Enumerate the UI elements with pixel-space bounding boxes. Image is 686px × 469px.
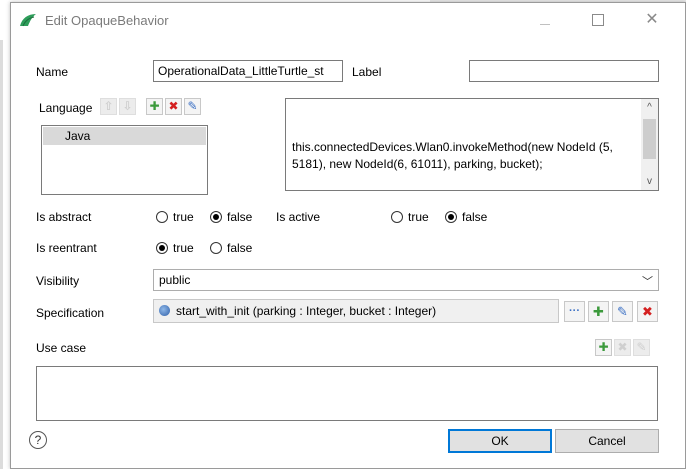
title-bar: Edit OpaqueBehavior ✕ xyxy=(11,3,685,37)
is-reentrant-label: Is reentrant xyxy=(36,241,97,255)
ellipsis-icon: ··· xyxy=(569,305,580,317)
specification-label: Specification xyxy=(36,306,105,320)
label-input[interactable] xyxy=(469,60,659,82)
cancel-button[interactable]: Cancel xyxy=(555,429,659,453)
close-button[interactable]: ✕ xyxy=(643,11,661,29)
is-reentrant-true-radio[interactable] xyxy=(156,242,168,254)
is-active-false-label: false xyxy=(462,210,488,224)
maximize-button[interactable] xyxy=(589,11,607,29)
visibility-value: public xyxy=(159,273,191,287)
is-active-true-label: true xyxy=(408,210,429,224)
edit-specification-button[interactable]: ✎ xyxy=(612,301,633,322)
is-abstract-label: Is abstract xyxy=(36,210,92,224)
arrow-up-icon: ⇧ xyxy=(103,99,114,113)
cross-icon: ✖ xyxy=(617,340,628,354)
is-active-false-radio[interactable] xyxy=(445,211,457,223)
is-reentrant-false-radio[interactable] xyxy=(210,242,222,254)
is-active-label: Is active xyxy=(276,210,321,224)
name-label: Name xyxy=(36,65,69,79)
body-code-textarea[interactable]: this.connectedDevices.Wlan0.invokeMethod… xyxy=(285,98,659,191)
background-left-edge xyxy=(0,40,3,469)
plus-icon: ✚ xyxy=(593,304,604,319)
list-item[interactable]: Java xyxy=(43,127,206,145)
edit-opaque-behavior-dialog: Edit OpaqueBehavior ✕ Name OperationalDa… xyxy=(10,2,686,469)
label-label: Label xyxy=(352,65,382,79)
language-label: Language xyxy=(39,101,93,115)
name-input[interactable]: OperationalData_LittleTurtle_st xyxy=(153,60,343,82)
specification-value: start_with_init (parking : Integer, buck… xyxy=(176,304,437,318)
plus-icon: ✚ xyxy=(598,340,609,354)
plus-icon: ✚ xyxy=(149,99,160,113)
browse-specification-button[interactable]: ··· xyxy=(564,301,585,322)
visibility-label: Visibility xyxy=(36,274,80,288)
use-case-list[interactable] xyxy=(36,366,658,421)
move-down-language-button: ⇩ xyxy=(119,98,136,115)
is-active-true-radio[interactable] xyxy=(391,211,403,223)
scroll-down-icon[interactable]: v xyxy=(641,173,658,190)
window-title: Edit OpaqueBehavior xyxy=(45,13,169,28)
pencil-icon: ✎ xyxy=(187,99,198,113)
add-specification-button[interactable]: ✚ xyxy=(588,301,609,322)
delete-specification-button[interactable]: ✖ xyxy=(637,301,658,322)
operation-icon xyxy=(159,305,170,316)
chevron-down-icon: ﹀ xyxy=(642,276,653,288)
is-abstract-true-label: true xyxy=(173,210,194,224)
scroll-up-icon[interactable]: ^ xyxy=(641,99,658,116)
minimize-icon xyxy=(540,24,550,25)
delete-use-case-button: ✖ xyxy=(614,339,631,356)
language-list[interactable]: Java xyxy=(41,125,208,195)
is-reentrant-false-label: false xyxy=(227,241,253,255)
add-language-button[interactable]: ✚ xyxy=(146,98,163,115)
code-text: this.connectedDevices.Wlan0.invokeMethod… xyxy=(292,140,613,171)
edit-use-case-button: ✎ xyxy=(633,339,650,356)
cross-icon: ✖ xyxy=(168,99,179,113)
is-abstract-true-radio[interactable] xyxy=(156,211,168,223)
edit-language-button[interactable]: ✎ xyxy=(184,98,201,115)
opaque-behavior-icon xyxy=(20,14,36,27)
add-use-case-button[interactable]: ✚ xyxy=(595,339,612,356)
move-up-language-button: ⇧ xyxy=(100,98,117,115)
language-item-label: Java xyxy=(65,129,91,143)
visibility-select[interactable]: public ﹀ xyxy=(153,269,659,291)
specification-field[interactable]: start_with_init (parking : Integer, buck… xyxy=(153,299,559,323)
pencil-icon: ✎ xyxy=(636,340,647,354)
close-icon: ✕ xyxy=(645,11,659,28)
is-abstract-false-radio[interactable] xyxy=(210,211,222,223)
delete-language-button[interactable]: ✖ xyxy=(165,98,182,115)
is-abstract-false-label: false xyxy=(227,210,253,224)
ok-button[interactable]: OK xyxy=(448,429,552,453)
maximize-icon xyxy=(592,14,604,26)
help-icon[interactable]: ? xyxy=(29,431,47,449)
is-reentrant-true-label: true xyxy=(173,241,194,255)
use-case-label: Use case xyxy=(36,341,87,355)
minimize-button[interactable] xyxy=(536,11,554,29)
cross-icon: ✖ xyxy=(642,304,653,319)
scroll-thumb[interactable] xyxy=(643,119,656,159)
pencil-icon: ✎ xyxy=(617,304,628,319)
code-scrollbar[interactable]: ^ v xyxy=(641,99,658,190)
arrow-down-icon: ⇩ xyxy=(122,99,133,113)
